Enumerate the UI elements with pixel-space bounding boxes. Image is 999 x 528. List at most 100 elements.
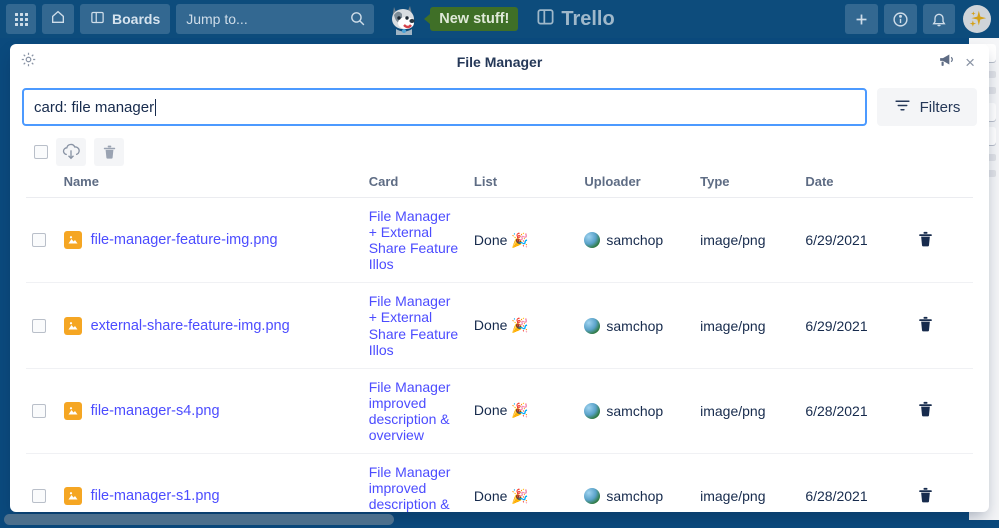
filters-label: Filters	[919, 98, 961, 116]
file-name-link[interactable]: file-manager-s4.png	[91, 403, 220, 419]
info-button[interactable]	[884, 4, 917, 34]
upload-date: 6/28/2021	[805, 402, 868, 419]
column-header-name[interactable]: Name	[57, 170, 363, 198]
boards-button[interactable]: Boards	[80, 4, 171, 34]
uploader-cell: samchop	[584, 317, 688, 334]
notifications-button[interactable]	[923, 4, 955, 34]
row-delete-button[interactable]	[916, 402, 935, 422]
card-link[interactable]: File Manager improved description & over…	[369, 379, 462, 443]
row-delete-button[interactable]	[916, 487, 935, 508]
close-icon[interactable]: ×	[965, 54, 975, 71]
table-row[interactable]: external-share-feature-img.png File Mana…	[26, 282, 973, 369]
uploader-cell: samchop	[584, 488, 688, 505]
uploader-cell: samchop	[584, 232, 688, 249]
gear-icon[interactable]	[20, 51, 37, 73]
file-name-cell: file-manager-s1.png	[63, 487, 357, 506]
column-header-actions	[909, 170, 973, 198]
row-delete-button[interactable]	[916, 231, 935, 252]
modal-header-actions: ×	[938, 51, 989, 73]
file-type: image/png	[700, 232, 766, 249]
uploader-name: samchop	[606, 232, 664, 249]
jump-to-placeholder: Jump to...	[186, 11, 248, 27]
modal-header: File Manager ×	[10, 44, 989, 80]
file-search-input[interactable]: card: file manager	[22, 88, 867, 126]
column-header-checkbox	[26, 170, 58, 198]
file-manager-modal: File Manager × card: file manager Filter…	[10, 44, 989, 512]
row-checkbox[interactable]	[32, 318, 46, 333]
table-row[interactable]: file-manager-feature-img.png File Manage…	[26, 197, 973, 284]
user-avatar	[584, 488, 601, 505]
card-link[interactable]: File Manager improved description & over…	[369, 464, 462, 512]
plus-icon	[856, 14, 867, 24]
file-name-link[interactable]: external-share-feature-img.png	[91, 318, 290, 334]
brand-label: Trello	[561, 7, 615, 30]
row-checkbox[interactable]	[32, 403, 46, 418]
upload-date: 6/28/2021	[805, 488, 868, 505]
file-name-link[interactable]: file-manager-feature-img.png	[91, 232, 278, 248]
uploader-name: samchop	[606, 402, 664, 419]
search-input[interactable]: Jump to...	[176, 4, 375, 34]
search-input-value: card: file manager	[34, 98, 155, 116]
trello-logo-icon	[536, 7, 555, 32]
text-caret	[155, 98, 157, 116]
uploader-name: samchop	[606, 317, 664, 334]
file-type: image/png	[700, 402, 766, 419]
upload-date: 6/29/2021	[805, 232, 868, 249]
row-delete-button[interactable]	[916, 316, 935, 337]
megaphone-icon[interactable]	[938, 51, 955, 73]
row-checkbox[interactable]	[32, 489, 46, 504]
home-icon	[50, 9, 66, 30]
search-icon	[349, 10, 366, 30]
file-toolbar	[10, 132, 989, 170]
search-row: card: file manager Filters	[10, 80, 989, 132]
upload-date: 6/29/2021	[805, 317, 868, 334]
board-icon	[90, 10, 105, 28]
uploader-cell: samchop	[584, 402, 688, 419]
list-name: Done 🎉	[473, 487, 529, 504]
column-header-type[interactable]: Type	[694, 170, 800, 198]
add-button[interactable]	[845, 4, 878, 34]
select-all-checkbox[interactable]	[34, 145, 48, 159]
sparkle-avatar-icon	[969, 10, 987, 27]
file-name-cell: file-manager-s4.png	[63, 401, 357, 420]
column-header-date[interactable]: Date	[799, 170, 910, 198]
table-row[interactable]: file-manager-s1.png File Manager improve…	[26, 453, 973, 512]
image-file-icon	[63, 231, 82, 250]
info-circle-icon	[893, 11, 908, 27]
file-name-link[interactable]: file-manager-s1.png	[91, 488, 220, 504]
horizontal-scrollbar[interactable]	[4, 514, 995, 525]
table-header-row: Name Card List Uploader Type Date	[26, 170, 973, 198]
filter-icon	[894, 98, 911, 117]
filters-button[interactable]: Filters	[877, 88, 977, 126]
user-avatar	[584, 232, 601, 249]
home-button[interactable]	[42, 4, 74, 34]
uploader-name: samchop	[606, 488, 664, 505]
column-header-list[interactable]: List	[467, 170, 579, 198]
cloud-download-icon	[62, 143, 80, 160]
row-checkbox[interactable]	[32, 233, 46, 248]
scrollbar-thumb[interactable]	[4, 514, 394, 525]
apps-grid-button[interactable]	[6, 4, 36, 34]
bell-icon	[932, 13, 946, 27]
column-header-card[interactable]: Card	[362, 170, 468, 198]
table-row[interactable]: file-manager-s4.png File Manager improve…	[26, 368, 973, 455]
boards-label: Boards	[112, 11, 161, 27]
user-avatar[interactable]	[963, 5, 991, 33]
card-link[interactable]: File Manager + External Share Feature Il…	[369, 293, 462, 357]
file-type: image/png	[700, 488, 766, 505]
user-avatar	[584, 402, 601, 419]
file-table-container: Name Card List Uploader Type Date file-m…	[10, 170, 989, 512]
list-name: Done 🎉	[473, 402, 529, 419]
user-avatar	[584, 317, 601, 334]
trello-brand[interactable]: Trello	[536, 7, 615, 32]
grid-apps-icon	[14, 12, 28, 26]
file-table: Name Card List Uploader Type Date file-m…	[26, 170, 973, 512]
delete-selected-button[interactable]	[94, 138, 124, 166]
card-link[interactable]: File Manager + External Share Feature Il…	[369, 208, 462, 272]
image-file-icon	[63, 487, 82, 506]
column-header-uploader[interactable]: Uploader	[578, 170, 695, 198]
list-name: Done 🎉	[473, 317, 529, 334]
file-name-cell: external-share-feature-img.png	[63, 316, 357, 335]
new-stuff-badge[interactable]: New stuff!	[424, 7, 519, 31]
download-button[interactable]	[56, 138, 86, 166]
